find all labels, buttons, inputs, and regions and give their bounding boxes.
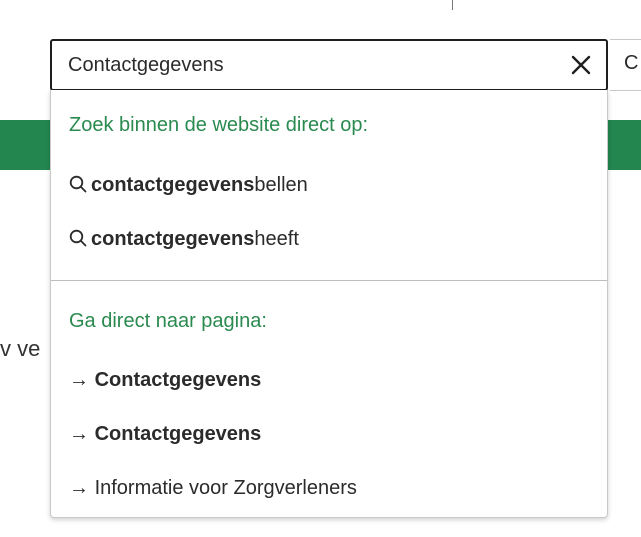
search-box: [50, 39, 608, 91]
page-link-label: Contactgegevens: [94, 423, 262, 445]
top-divider: [452, 0, 453, 10]
green-banner-right: [607, 120, 641, 170]
page-link-label: Contactgegevens: [94, 369, 262, 391]
search-icon: [69, 229, 87, 247]
pages-heading: Ga direct naar pagina:: [69, 310, 267, 332]
search-icon: [69, 175, 87, 193]
arrow-right-icon: →: [69, 369, 89, 391]
close-icon: [571, 55, 591, 75]
suggestion-match: contactgegevens: [91, 228, 255, 250]
page-link[interactable]: → Informatie voor Zorgverleners: [69, 477, 357, 500]
search-suggestions-heading: Zoek binnen de website direct op:: [69, 114, 369, 136]
suggestion-rest: bellen: [254, 174, 308, 196]
suggestion-rest: heeft: [254, 228, 299, 250]
page-link[interactable]: → Contactgegevens: [69, 423, 261, 446]
arrow-right-icon: →: [69, 423, 89, 445]
autocomplete-dropdown: Zoek binnen de website direct op: contac…: [50, 90, 608, 518]
search-suggestion[interactable]: contactgegevensbellen: [69, 174, 308, 197]
page-link-label: Informatie voor Zorgverleners: [94, 477, 357, 499]
page-link[interactable]: → Contactgegevens: [69, 369, 261, 392]
green-banner-left: [0, 120, 52, 170]
search-input[interactable]: [52, 41, 552, 89]
background-partial-text: v ve: [0, 336, 41, 361]
clear-search-button[interactable]: [566, 50, 596, 80]
section-divider: [51, 280, 607, 281]
arrow-right-icon: →: [69, 477, 89, 499]
search-suggestion[interactable]: contactgegevensheeft: [69, 228, 299, 251]
suggestion-match: contactgegevens: [91, 174, 255, 196]
search-submit-button[interactable]: C: [610, 39, 641, 91]
